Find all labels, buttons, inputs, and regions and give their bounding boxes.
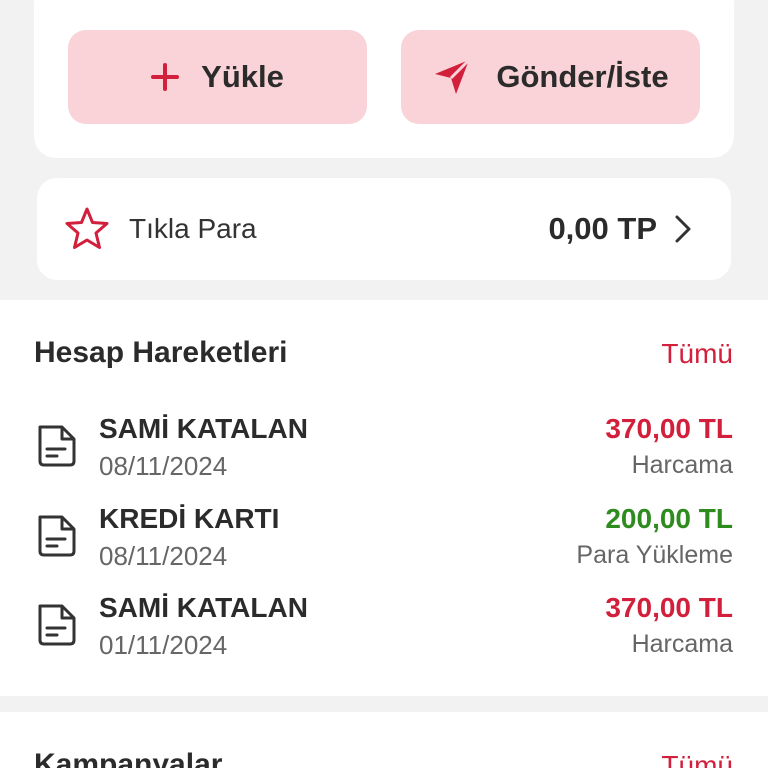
document-icon — [34, 513, 82, 564]
transaction-date: 01/11/2024 — [99, 630, 228, 660]
transaction-date: 08/11/2024 — [99, 451, 228, 481]
transaction-row[interactable]: SAMİ KATALAN 08/11/2024 370,00 TL Harcam… — [0, 413, 768, 493]
transaction-date: 08/11/2024 — [99, 541, 228, 571]
section-title: Hesap Hareketleri — [34, 336, 288, 369]
transaction-type: Harcama — [631, 630, 733, 658]
send-request-label: Gönder/İste — [496, 59, 669, 94]
send-icon — [432, 57, 472, 97]
load-money-button[interactable]: Yükle — [68, 30, 367, 124]
transaction-name: SAMİ KATALAN — [99, 592, 308, 623]
see-all-campaigns-link[interactable]: Tümü — [661, 750, 733, 768]
document-icon — [34, 423, 82, 474]
load-money-label: Yükle — [201, 59, 284, 94]
tikla-para-balance: 0,00 TP — [548, 211, 657, 246]
transaction-row[interactable]: KREDİ KARTI 08/11/2024 200,00 TL Para Yü… — [0, 503, 768, 583]
section-title: Kampanyalar — [34, 748, 223, 768]
tikla-para-card[interactable]: Tıkla Para 0,00 TP — [37, 178, 731, 280]
chevron-right-icon — [673, 213, 693, 245]
transaction-amount: 370,00 TL — [605, 592, 733, 623]
campaigns-section: Kampanyalar Tümü — [0, 712, 768, 768]
plus-icon — [151, 63, 180, 91]
tikla-para-label: Tıkla Para — [129, 213, 257, 244]
transaction-type: Para Yükleme — [576, 541, 733, 569]
transaction-name: SAMİ KATALAN — [99, 413, 308, 444]
transaction-type: Harcama — [631, 451, 733, 479]
document-icon — [34, 602, 82, 653]
transaction-name: KREDİ KARTI — [99, 503, 280, 534]
transaction-row[interactable]: SAMİ KATALAN 01/11/2024 370,00 TL Harcam… — [0, 592, 768, 672]
send-request-button[interactable]: Gönder/İste — [401, 30, 700, 124]
star-icon — [63, 205, 111, 253]
transaction-amount: 370,00 TL — [605, 413, 733, 444]
see-all-transactions-link[interactable]: Tümü — [661, 338, 733, 370]
account-transactions-section: Hesap Hareketleri Tümü SAMİ KATALAN 08/1… — [0, 300, 768, 696]
transaction-amount: 200,00 TL — [605, 503, 733, 534]
